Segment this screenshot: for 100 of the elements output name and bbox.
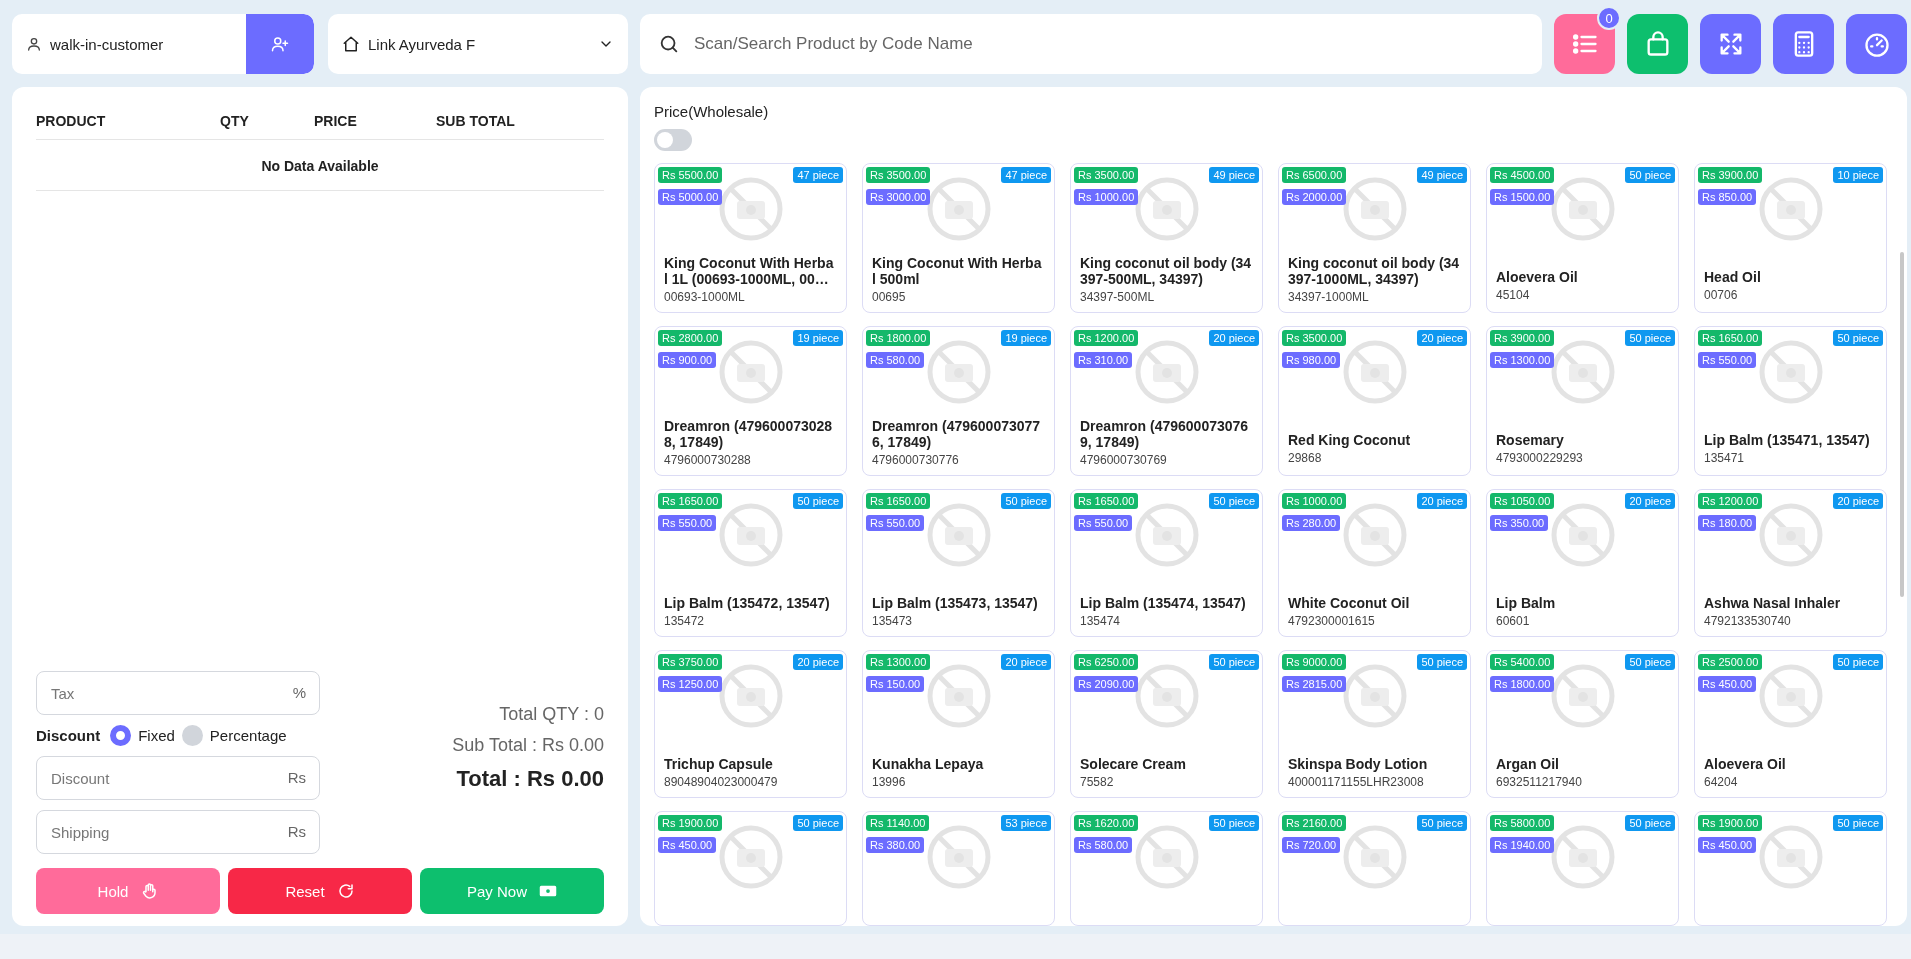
search-field[interactable]: Scan/Search Product by Code Name xyxy=(640,14,1542,74)
cost-tag: Rs 450.00 xyxy=(1698,837,1757,853)
price-tag: Rs 1200.00 xyxy=(1074,330,1139,346)
product-card[interactable]: Rs 1000.00 20 piece Rs 280.00 White Coconut Oil 4792300001615 xyxy=(1278,489,1471,637)
no-image-icon xyxy=(1134,825,1199,889)
price-tag: Rs 1200.00 xyxy=(1698,493,1763,509)
product-code: 45104 xyxy=(1495,287,1531,302)
product-card[interactable]: Rs 1900.00 50 piece Rs 450.00 xyxy=(654,811,847,926)
fullscreen-button[interactable] xyxy=(1700,14,1761,74)
product-card[interactable]: Rs 1900.00 50 piece Rs 450.00 xyxy=(1694,811,1887,926)
customer-field[interactable]: walk-in-customer xyxy=(12,14,314,74)
product-card[interactable]: Rs 5400.00 50 piece Rs 1800.00 Argan Oil 6932511217940 xyxy=(1486,650,1679,798)
product-card[interactable]: Rs 3500.00 20 piece Rs 980.00 Red King Coconut 29868 xyxy=(1278,326,1471,476)
stock-tag: 53 piece xyxy=(1001,815,1051,831)
product-code: 00693-1000ML xyxy=(663,289,746,304)
product-card[interactable]: Rs 2500.00 50 piece Rs 450.00 Aloevera Oil 64204 xyxy=(1694,650,1887,798)
product-name: Solecare Cream xyxy=(1079,756,1187,772)
count-badge: 0 xyxy=(1597,6,1621,30)
product-card[interactable]: Rs 1650.00 50 piece Rs 550.00 Lip Balm (135473, 13547) 135473 xyxy=(862,489,1055,637)
price-tag: Rs 2800.00 xyxy=(658,330,723,346)
cost-tag: Rs 2815.00 xyxy=(1282,676,1347,692)
product-card[interactable]: Rs 3900.00 10 piece Rs 850.00 Head Oil 00706 xyxy=(1694,163,1887,313)
price-tag: Rs 3500.00 xyxy=(1074,167,1139,183)
product-name: King Coconut With Herbal 1L (00693-1000ML, 00… xyxy=(663,255,835,287)
product-card[interactable]: Rs 1650.00 50 piece Rs 550.00 Lip Balm (135474, 13547) 135474 xyxy=(1070,489,1263,637)
price-tag: Rs 4500.00 xyxy=(1490,167,1555,183)
search-icon xyxy=(658,33,680,55)
product-card[interactable]: Rs 1650.00 50 piece Rs 550.00 Lip Balm (135471, 13547) 135471 xyxy=(1694,326,1887,476)
cost-tag: Rs 280.00 xyxy=(1282,515,1341,531)
product-card[interactable]: Rs 3500.00 49 piece Rs 1000.00 King coconut oil body (34397-500ML, 34397) 34397-500ML xyxy=(1070,163,1263,313)
stock-tag: 50 piece xyxy=(1417,654,1467,670)
column-header: QTY xyxy=(220,113,250,129)
add-customer-button[interactable] xyxy=(246,14,314,74)
price-tag: Rs 5500.00 xyxy=(658,167,723,183)
cost-tag: Rs 1250.00 xyxy=(658,676,723,692)
home-icon xyxy=(342,35,360,53)
product-card[interactable]: Rs 1650.00 50 piece Rs 550.00 Lip Balm (135472, 13547) 135472 xyxy=(654,489,847,637)
product-card[interactable]: Rs 1800.00 19 piece Rs 580.00 Dreamron (4796000730776, 17849) 4796000730776 xyxy=(862,326,1055,476)
product-code: 400001171155LHR23008 xyxy=(1287,774,1425,789)
product-code: 60601 xyxy=(1495,613,1531,628)
product-name: Argan Oil xyxy=(1495,756,1560,772)
product-name: Ashwa Nasal Inhaler xyxy=(1703,595,1842,611)
product-name: Dreamron (4796000730288, 17849) xyxy=(663,418,834,450)
no-image-icon xyxy=(1342,503,1407,567)
price-tag: Rs 3500.00 xyxy=(1282,330,1347,346)
product-card[interactable]: Rs 1300.00 20 piece Rs 150.00 Kunakha Lepaya 13996 xyxy=(862,650,1055,798)
product-card[interactable]: Rs 1620.00 50 piece Rs 580.00 xyxy=(1070,811,1263,926)
speedometer-button[interactable] xyxy=(1846,14,1907,74)
stock-tag: 20 piece xyxy=(1625,493,1675,509)
product-card[interactable]: Rs 9000.00 50 piece Rs 2815.00 Skinspa Body Lotion 400001171155LHR23008 xyxy=(1278,650,1471,798)
stock-tag: 50 piece xyxy=(1209,815,1259,831)
unit-label: Rs xyxy=(287,769,306,786)
product-card[interactable]: Rs 1200.00 20 piece Rs 310.00 Dreamron (4796000730769, 17849) 4796000730769 xyxy=(1070,326,1263,476)
warehouse-select[interactable]: Link Ayurveda F xyxy=(328,14,628,74)
toggle-switch[interactable] xyxy=(654,129,692,151)
no-image-icon xyxy=(926,340,991,404)
radio-label[interactable]: Fixed xyxy=(138,727,175,744)
price-tag: Rs 1650.00 xyxy=(866,493,931,509)
stock-tag: 19 piece xyxy=(793,330,843,346)
stock-tag: 50 piece xyxy=(1209,493,1259,509)
radio-button[interactable] xyxy=(181,725,203,746)
price-tag: Rs 3500.00 xyxy=(866,167,931,183)
product-code: 34397-1000ML xyxy=(1287,289,1370,304)
product-name: Dreamron (4796000730776, 17849) xyxy=(871,418,1042,450)
price-tag: Rs 1300.00 xyxy=(866,654,931,670)
radio-label[interactable]: Percentage xyxy=(209,727,287,744)
product-code: 4796000730769 xyxy=(1079,452,1168,467)
price-tag: Rs 1900.00 xyxy=(658,815,723,831)
stock-tag: 50 piece xyxy=(1625,330,1675,346)
product-name: Lip Balm (135471, 13547) xyxy=(1703,432,1871,448)
product-card[interactable]: Rs 2800.00 19 piece Rs 900.00 Dreamron (4796000730288, 17849) 4796000730288 xyxy=(654,326,847,476)
cost-tag: Rs 1000.00 xyxy=(1074,189,1139,205)
product-card[interactable]: Rs 5800.00 50 piece Rs 1940.00 xyxy=(1486,811,1679,926)
stock-tag: 20 piece xyxy=(1209,330,1259,346)
radio-button[interactable] xyxy=(110,725,132,746)
list-button[interactable] xyxy=(1554,14,1615,74)
product-card[interactable]: Rs 4500.00 50 piece Rs 1500.00 Aloevera Oil 45104 xyxy=(1486,163,1679,313)
stock-tag: 20 piece xyxy=(1417,493,1467,509)
total-quantity: Total QTY : 0 xyxy=(499,703,604,725)
stock-tag: 20 piece xyxy=(1417,330,1467,346)
scrollbar[interactable] xyxy=(1900,252,1904,597)
product-card[interactable]: Rs 1050.00 20 piece Rs 350.00 Lip Balm 60601 xyxy=(1486,489,1679,637)
calculator-button[interactable] xyxy=(1773,14,1834,74)
stock-tag: 47 piece xyxy=(1001,167,1051,183)
product-card[interactable]: Rs 6500.00 49 piece Rs 2000.00 King coconut oil body (34397-1000ML, 34397) 34397-1000ML xyxy=(1278,163,1471,313)
toggle-label: Price(Wholesale) xyxy=(654,103,770,120)
stock-tag: 50 piece xyxy=(1625,167,1675,183)
product-card[interactable]: Rs 1200.00 20 piece Rs 180.00 Ashwa Nasal Inhaler 4792133530740 xyxy=(1694,489,1887,637)
product-card[interactable]: Rs 2160.00 50 piece Rs 720.00 xyxy=(1278,811,1471,926)
product-card[interactable]: Rs 3900.00 50 piece Rs 1300.00 Rosemary 4793000229293 xyxy=(1486,326,1679,476)
no-image-icon xyxy=(1342,340,1407,404)
product-card[interactable]: Rs 3750.00 20 piece Rs 1250.00 Trichup Capsule 89048904023000479 xyxy=(654,650,847,798)
no-image-icon xyxy=(1342,825,1407,889)
stock-tag: 50 piece xyxy=(1625,654,1675,670)
product-card[interactable]: Rs 1140.00 53 piece Rs 380.00 xyxy=(862,811,1055,926)
reset-button[interactable]: Reset xyxy=(228,868,412,914)
product-card[interactable]: Rs 6250.00 50 piece Rs 2090.00 Solecare Cream 75582 xyxy=(1070,650,1263,798)
shopping-bag-button[interactable] xyxy=(1627,14,1688,74)
product-card[interactable]: Rs 3500.00 47 piece Rs 3000.00 King Coconut With Herbal 500ml 00695 xyxy=(862,163,1055,313)
product-card[interactable]: Rs 5500.00 47 piece Rs 5000.00 King Coconut With Herbal 1L (00693-1000ML, 00… 00693-1000ML xyxy=(654,163,847,313)
